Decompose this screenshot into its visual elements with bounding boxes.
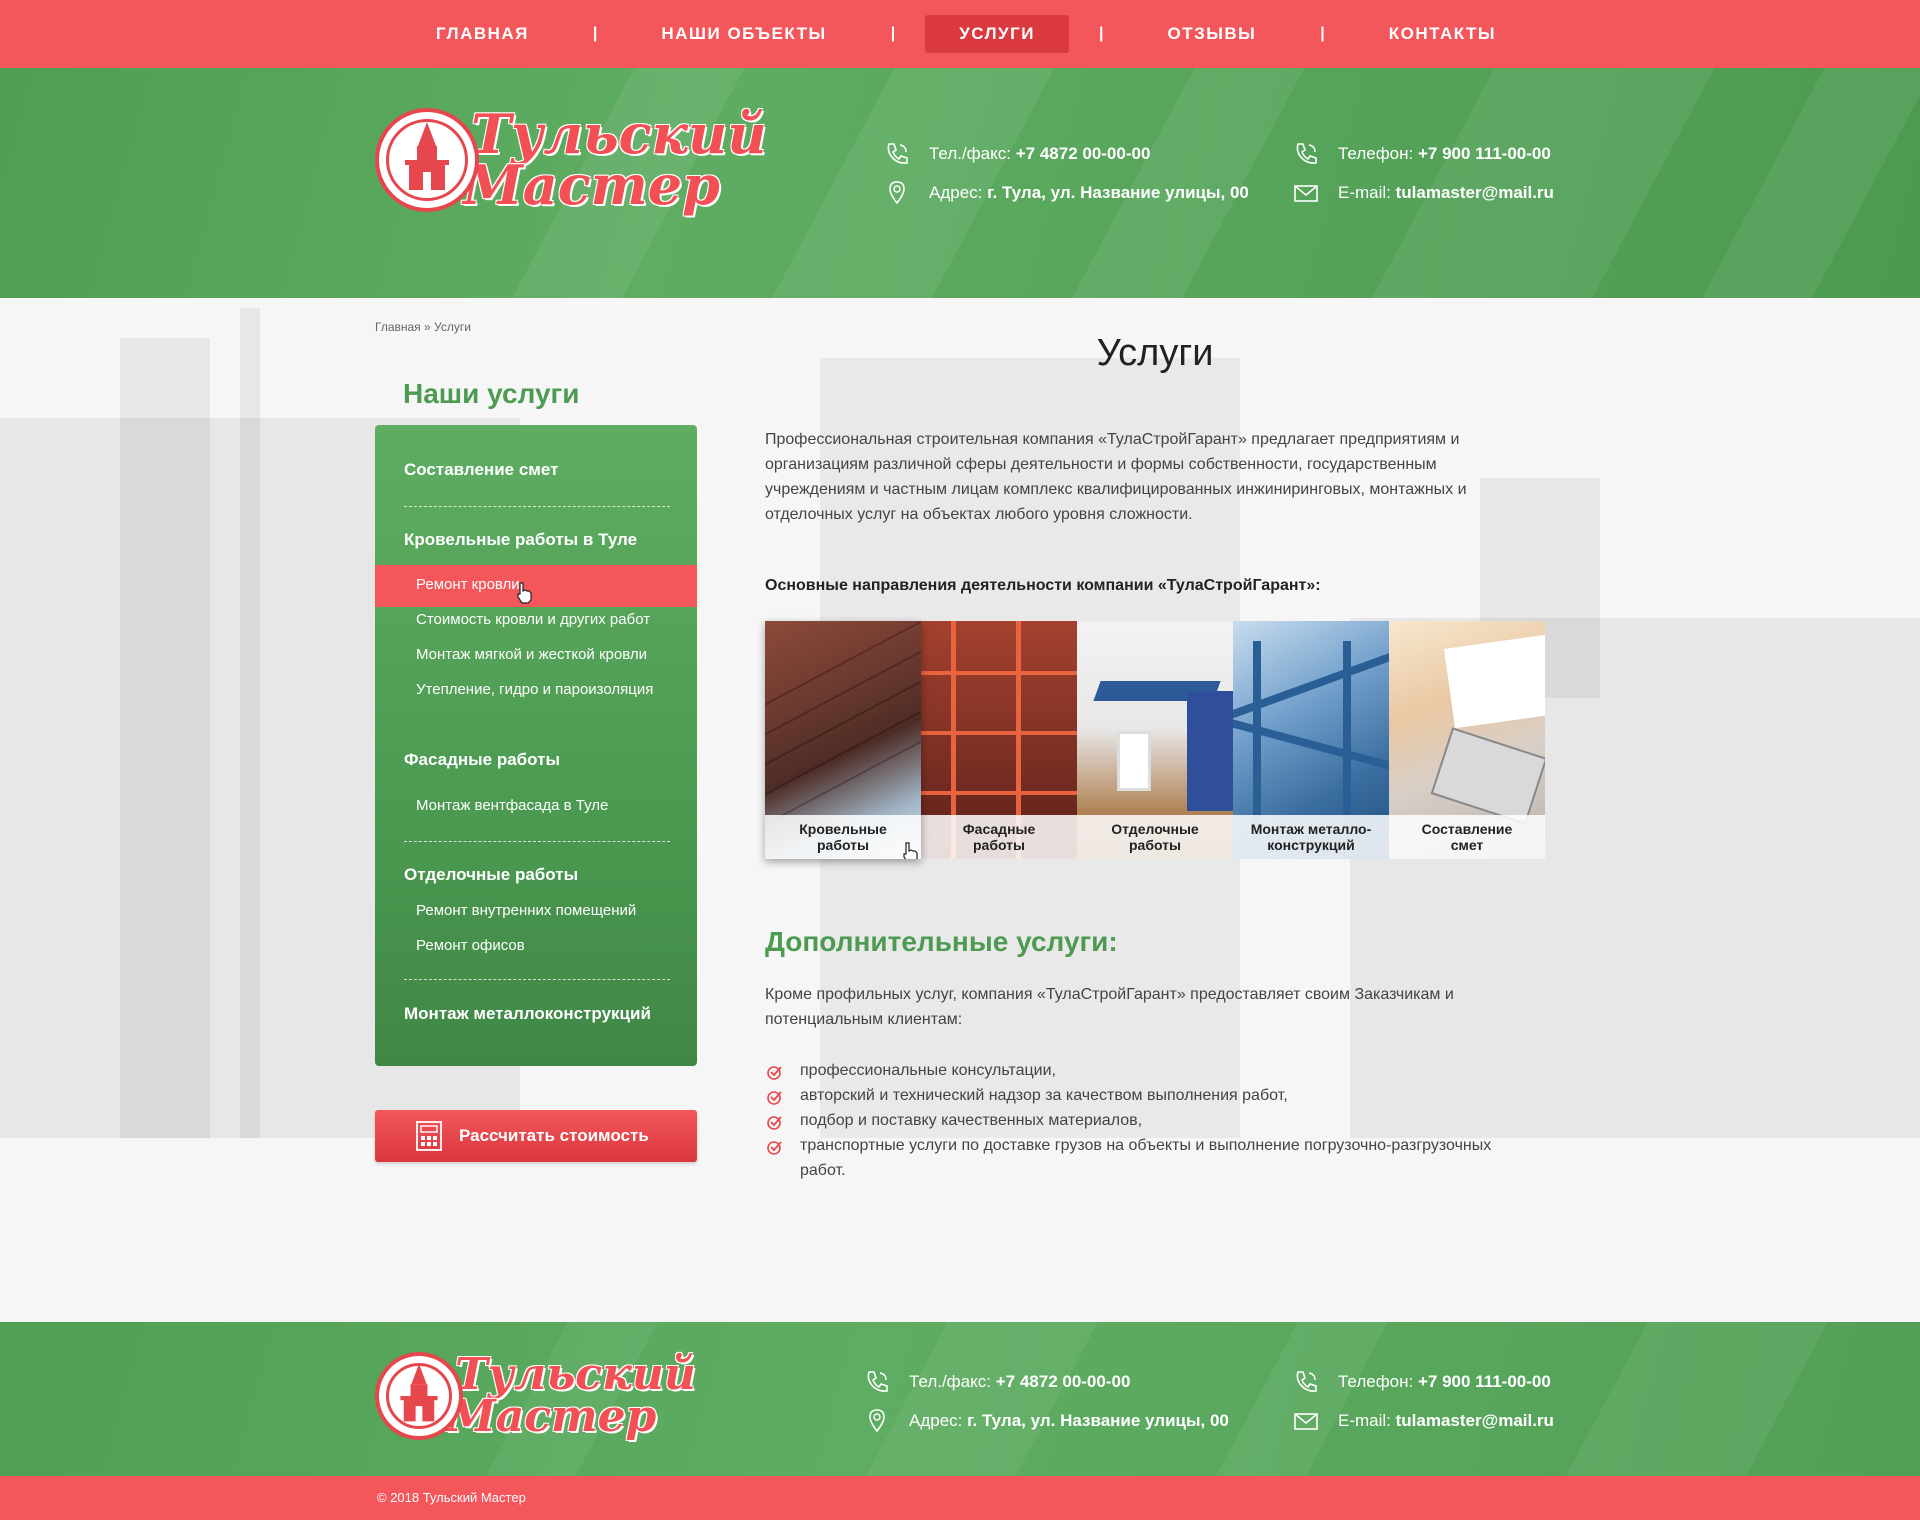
footer-logo[interactable]: Тульский Мастер [375,1352,696,1440]
sidebar-subitem-roof-repair[interactable]: Ремонт кровли [416,576,520,593]
phone-icon [887,143,908,164]
service-tile-metal[interactable]: Монтаж металло-конструкций [1233,621,1389,859]
nav-separator: | [592,25,598,42]
footer-email-link[interactable]: tulamaster@mail.ru [1396,1411,1554,1431]
kremlin-tower-icon [375,108,479,212]
site-logo[interactable]: Тульский Мастер [375,101,767,217]
nav-item-services[interactable]: Услуги [925,15,1069,53]
phone-icon [867,1371,888,1392]
envelope-icon [1294,185,1318,202]
nav-item-contacts[interactable]: Контакты [1355,15,1530,53]
copyright-bar: © 2018 Тульский Мастер [0,1476,1920,1520]
directions-heading: Основные направления деятельности компан… [765,577,1321,594]
sidebar-subitem-interior[interactable]: Ремонт внутренних помещений [416,902,636,919]
check-circle-icon [767,1141,782,1155]
footer-contact-phone: Телефон: +7 900 111-00-00 [1292,1368,1551,1396]
tile-caption: Составление смет [1389,815,1545,859]
sidebar-title: Наши услуги [403,378,580,409]
services-sidebar: Составление смет Кровельные работы в Тул… [375,425,697,1066]
email-link[interactable]: tulamaster@mail.ru [1396,183,1554,203]
tile-caption: Монтаж металло-конструкций [1233,815,1389,859]
list-item: подбор и поставку качественных материало… [765,1108,1545,1133]
top-navigation: Главная | Наши объекты | Услуги | Отзывы… [0,0,1920,68]
additional-services-heading: Дополнительные услуги: [765,926,1118,957]
tile-caption: Фасадные работы [921,815,1077,859]
nav-separator: | [890,25,896,42]
sidebar-subitem-roof-install[interactable]: Монтаж мягкой и жесткой кровли [416,646,647,663]
envelope-icon [1294,1413,1318,1430]
nav-item-home[interactable]: Главная [402,15,563,53]
sidebar-item-estimates[interactable]: Составление смет [404,460,558,480]
contact-phone: Телефон: +7 900 111-00-00 [1292,140,1551,168]
breadcrumb[interactable]: Главная » Услуги [375,320,471,334]
calculator-icon [416,1121,442,1151]
sidebar-item-roofing[interactable]: Кровельные работы в Туле [404,530,637,550]
logo-wordmark: Тульский Мастер [463,101,767,217]
copyright-text: © 2018 Тульский Мастер [377,1490,526,1505]
site-footer: Тульский Мастер Тел./факс: +7 4872 00-00… [0,1322,1920,1476]
list-item: авторский и технический надзор за качест… [765,1083,1545,1108]
check-circle-icon [767,1066,782,1080]
calculate-cost-button[interactable]: Рассчитать стоимость [375,1110,697,1162]
phone-icon [1296,1371,1317,1392]
page-title: Услуги [1096,332,1214,374]
phone-icon [1296,143,1317,164]
tile-caption: Кровельные работы [765,815,921,859]
tile-caption: Отделочные работы [1077,815,1233,859]
service-tile-finishing[interactable]: Отделочные работы [1077,621,1233,859]
list-item: транспортные услуги по доставке грузов н… [765,1133,1545,1183]
nav-item-reviews[interactable]: Отзывы [1133,15,1290,53]
hand-cursor-icon [517,582,532,604]
hand-cursor-icon [903,842,918,859]
sidebar-subitem-roof-insulation[interactable]: Утепление, гидро и пароизоляция [416,681,653,698]
kremlin-tower-icon [375,1352,463,1440]
service-tile-facade[interactable]: Фасадные работы [921,621,1077,859]
service-tile-estimates[interactable]: Составление смет [1389,621,1545,859]
sidebar-item-finishing[interactable]: Отделочные работы [404,865,578,885]
sidebar-subitem-offices[interactable]: Ремонт офисов [416,937,525,954]
check-circle-icon [767,1116,782,1130]
contact-fax: Тел./факс: +7 4872 00-00-00 [883,140,1150,168]
map-pin-icon [869,1409,885,1433]
additional-services-text: Кроме профильных услуг, компания «ТулаСт… [765,986,1454,1028]
nav-item-objects[interactable]: Наши объекты [627,15,860,53]
sidebar-divider [404,506,670,507]
nav-separator: | [1098,25,1104,42]
sidebar-divider [404,979,670,980]
sidebar-subitem-facade-vent[interactable]: Монтаж вентфасада в Туле [416,797,608,814]
service-tile-roofing[interactable]: Кровельные работы [765,621,921,859]
nav-separator: | [1320,25,1325,42]
footer-contact-email: E-mail: tulamaster@mail.ru [1292,1407,1554,1435]
map-pin-icon [889,181,905,205]
sidebar-divider [404,841,670,842]
additional-services-list: профессиональные консультации, авторский… [765,1058,1545,1183]
sidebar-subitem-roof-cost[interactable]: Стоимость кровли и других работ [416,611,650,628]
site-header: Тульский Мастер Тел./факс: +7 4872 00-00… [0,68,1920,298]
contact-address: Адрес: г. Тула, ул. Название улицы, 00 [883,179,1249,207]
footer-contact-address: Адрес: г. Тула, ул. Название улицы, 00 [863,1407,1229,1435]
footer-contact-fax: Тел./факс: +7 4872 00-00-00 [863,1368,1130,1396]
logo-wordmark: Тульский Мастер [447,1349,696,1442]
service-tiles: Кровельные работы Фасадные работы Отделочн… [765,621,1545,859]
intro-paragraph: Профессиональная строительная компания «… [765,431,1467,523]
list-item: профессиональные консультации, [765,1058,1545,1083]
contact-email: E-mail: tulamaster@mail.ru [1292,179,1554,207]
sidebar-item-metal[interactable]: Монтаж металлоконструкций [404,1004,651,1024]
calculate-cost-label: Рассчитать стоимость [459,1126,649,1145]
check-circle-icon [767,1091,782,1105]
sidebar-item-facade[interactable]: Фасадные работы [404,750,560,770]
